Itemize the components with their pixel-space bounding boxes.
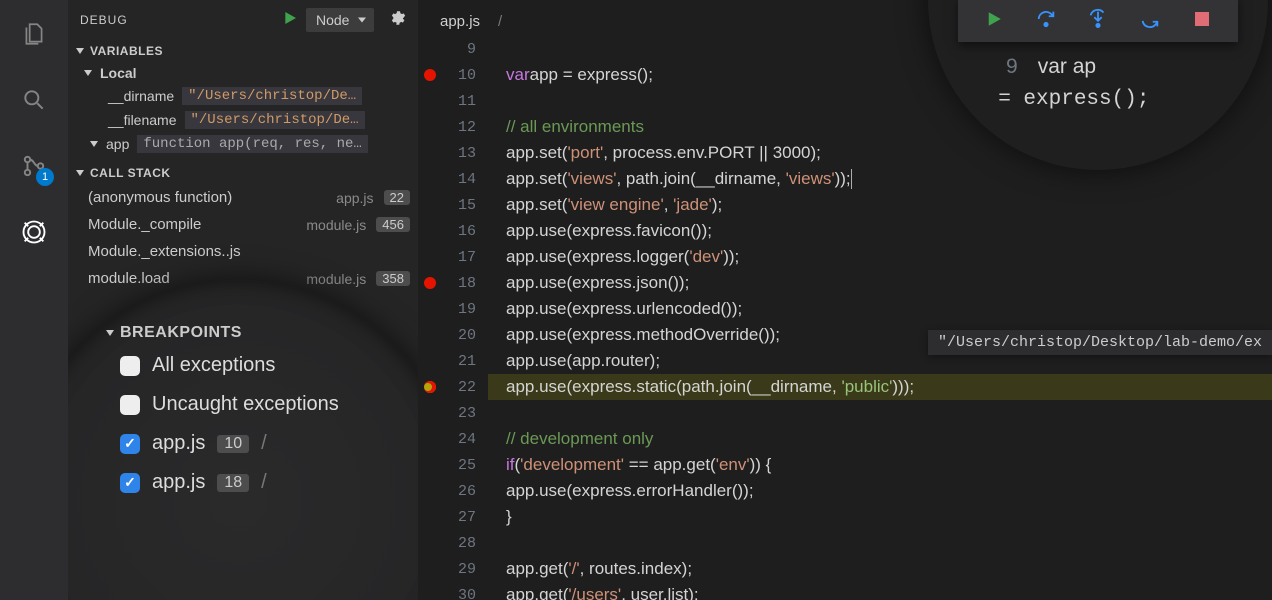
debug-sidebar: DEBUG Node VARIABLES Local __dirname "/U… bbox=[68, 0, 418, 600]
variables-scope-local[interactable]: Local bbox=[68, 62, 418, 84]
bp-uncaught-exceptions[interactable]: Uncaught exceptions bbox=[98, 385, 418, 424]
debug-title: DEBUG bbox=[80, 13, 128, 27]
debug-icon[interactable] bbox=[18, 216, 50, 248]
callstack-section[interactable]: CALL STACK bbox=[68, 162, 418, 184]
variables-section[interactable]: VARIABLES bbox=[68, 40, 418, 62]
source-control-icon[interactable]: 1 bbox=[18, 150, 50, 182]
gutter[interactable]: 9101112131415161718192021222324252627282… bbox=[418, 36, 488, 600]
step-over-icon[interactable] bbox=[1035, 8, 1057, 30]
search-icon[interactable] bbox=[18, 84, 50, 116]
explorer-icon[interactable] bbox=[18, 18, 50, 50]
tab-file[interactable]: app.js bbox=[436, 7, 484, 36]
breakpoints-section[interactable]: BREAKPOINTS bbox=[98, 320, 418, 346]
checkbox-icon[interactable] bbox=[120, 356, 140, 376]
start-debug-icon[interactable] bbox=[282, 10, 298, 31]
breakpoint-row[interactable]: app.js 18 / bbox=[98, 463, 418, 502]
stop-icon[interactable] bbox=[1191, 8, 1213, 30]
checkbox-icon[interactable] bbox=[120, 395, 140, 415]
checkbox-checked-icon[interactable] bbox=[120, 473, 140, 493]
variable-row[interactable]: app function app(req, res, ne… bbox=[68, 132, 418, 156]
checkbox-checked-icon[interactable] bbox=[120, 434, 140, 454]
stack-frame[interactable]: Module._extensions..js bbox=[68, 238, 418, 265]
step-out-icon[interactable] bbox=[1139, 8, 1161, 30]
breakpoint-row[interactable]: app.js 10 / bbox=[98, 424, 418, 463]
debug-toolbar bbox=[958, 0, 1238, 42]
debug-config-select[interactable]: Node bbox=[306, 8, 374, 32]
stack-frame[interactable]: (anonymous function)app.js22 bbox=[68, 184, 418, 211]
continue-icon[interactable] bbox=[983, 8, 1005, 30]
variable-row[interactable]: __filename "/Users/christop/De… bbox=[68, 108, 418, 132]
bp-all-exceptions[interactable]: All exceptions bbox=[98, 346, 418, 385]
stack-frame[interactable]: Module._compilemodule.js456 bbox=[68, 211, 418, 238]
tab-sep: / bbox=[494, 7, 506, 36]
gear-icon[interactable] bbox=[388, 9, 406, 32]
editor-area: app.js / 9101112131415161718192021222324… bbox=[418, 0, 1272, 600]
scm-badge: 1 bbox=[36, 168, 54, 186]
hover-tooltip: "/Users/christop/Desktop/lab-demo/ex bbox=[928, 330, 1272, 355]
step-into-icon[interactable] bbox=[1087, 8, 1109, 30]
breakpoints-lens: BREAKPOINTS All exceptions Uncaught exce… bbox=[68, 280, 418, 600]
variable-row[interactable]: __dirname "/Users/christop/De… bbox=[68, 84, 418, 108]
activity-bar: 1 bbox=[0, 0, 68, 600]
